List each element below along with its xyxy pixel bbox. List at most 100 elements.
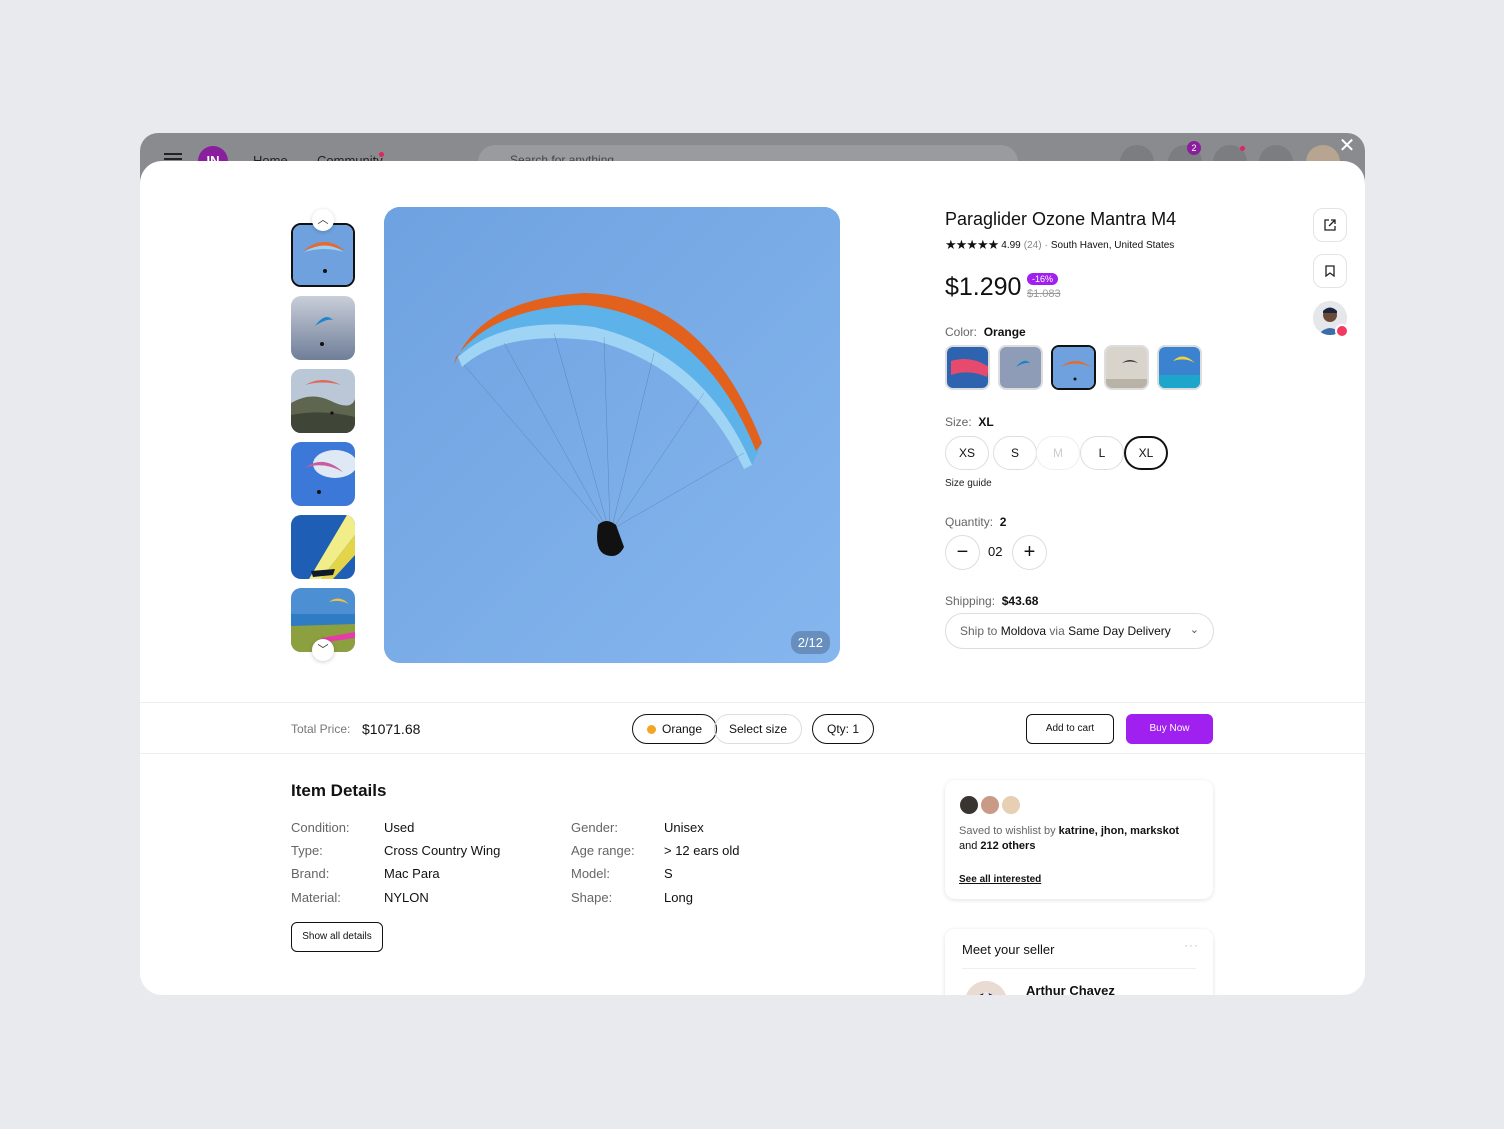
color-swatch-grey[interactable] bbox=[1104, 345, 1149, 390]
detail-label: Model: bbox=[571, 866, 611, 881]
color-label-text: Color: bbox=[945, 325, 978, 339]
seller-location: South Haven, United States bbox=[1050, 239, 1175, 251]
seller-name: Arthur Chavez bbox=[1026, 983, 1115, 995]
thumbnail-4[interactable] bbox=[291, 442, 355, 506]
shipping-label-text: Shipping: bbox=[945, 594, 996, 608]
ship-method: Same Day Delivery bbox=[1068, 624, 1171, 638]
notification-dot bbox=[1240, 146, 1245, 151]
share-icon[interactable] bbox=[1313, 208, 1347, 242]
divider bbox=[962, 968, 1196, 969]
rating-value: 4.99 bbox=[1001, 239, 1021, 251]
detail-value: Used bbox=[384, 820, 415, 835]
qty-pill[interactable]: Qty: 1 bbox=[812, 714, 875, 744]
size-label: Size: XL bbox=[945, 415, 994, 429]
image-counter: 2/12 bbox=[790, 631, 830, 654]
detail-value: Long bbox=[664, 890, 693, 905]
size-option-xs[interactable]: XS bbox=[945, 436, 989, 470]
size-guide-link[interactable]: Size guide bbox=[945, 478, 992, 489]
see-all-interested-link[interactable]: See all interested bbox=[959, 874, 1041, 885]
detail-value: Mac Para bbox=[384, 866, 440, 881]
detail-label: Age range: bbox=[571, 843, 635, 858]
color-swatch-pink[interactable] bbox=[945, 345, 990, 390]
main-product-image[interactable]: 2/12 bbox=[384, 207, 840, 663]
old-price: $1.083 bbox=[1027, 288, 1061, 300]
quantity-label: Quantity: 2 bbox=[945, 515, 1006, 529]
thumbnail-5[interactable] bbox=[291, 515, 355, 579]
detail-label: Brand: bbox=[291, 866, 330, 881]
avatar bbox=[958, 794, 980, 816]
color-pill-label: Orange bbox=[662, 722, 703, 736]
quantity-display: 02 bbox=[988, 544, 1003, 559]
detail-value: NYLON bbox=[384, 890, 429, 905]
color-pill[interactable]: Orange bbox=[632, 714, 718, 744]
quantity-label-text: Quantity: bbox=[945, 515, 994, 529]
thumbs-up-arrow-icon[interactable]: ︿ bbox=[312, 209, 334, 231]
wishlist-others: 212 others bbox=[980, 840, 1036, 852]
avatar bbox=[1000, 794, 1022, 816]
rating-row: ★★★★★ 4.99 (24) · South Haven, United St… bbox=[945, 237, 1174, 253]
seller-heading: Meet your seller bbox=[962, 942, 1055, 957]
size-pill[interactable]: Select size bbox=[714, 714, 803, 744]
size-value: XL bbox=[978, 415, 994, 429]
item-details-title: Item Details bbox=[291, 781, 387, 800]
close-icon[interactable]: ✕ bbox=[1337, 136, 1357, 156]
show-all-details-button[interactable]: Show all details bbox=[291, 922, 383, 952]
shipping-label: Shipping: $43.68 bbox=[945, 594, 1038, 608]
more-icon[interactable]: ··· bbox=[1184, 938, 1199, 952]
quantity-value: 2 bbox=[999, 515, 1007, 529]
detail-value: Unisex bbox=[664, 820, 704, 835]
size-option-l[interactable]: L bbox=[1080, 436, 1124, 470]
size-option-m: M bbox=[1036, 436, 1080, 470]
color-swatch-orange[interactable] bbox=[1051, 345, 1096, 390]
ship-via: via bbox=[1049, 624, 1065, 638]
review-count: (24) bbox=[1023, 239, 1042, 251]
avatar bbox=[979, 794, 1001, 816]
orange-dot-icon bbox=[647, 725, 656, 734]
separator-dot: · bbox=[1044, 239, 1048, 251]
shipping-value: $43.68 bbox=[1001, 594, 1039, 608]
notification-dot bbox=[379, 152, 384, 157]
size-option-s[interactable]: S bbox=[993, 436, 1037, 470]
chevron-down-icon: ⌄ bbox=[1189, 624, 1199, 636]
wishlist-prefix: Saved to wishlist by bbox=[959, 825, 1056, 837]
quantity-increase-button[interactable]: + bbox=[1012, 535, 1047, 570]
detail-label: Gender: bbox=[571, 820, 618, 835]
thumbnail-3[interactable] bbox=[291, 369, 355, 433]
color-swatch-yellow[interactable] bbox=[1157, 345, 1202, 390]
cart-badge: 2 bbox=[1187, 141, 1201, 155]
wishlist-names: katrine, jhon, markskot bbox=[1058, 825, 1180, 837]
wishlist-text: Saved to wishlist by katrine, jhon, mark… bbox=[959, 824, 1199, 854]
detail-label: Type: bbox=[291, 843, 323, 858]
buy-now-button[interactable]: Buy Now bbox=[1126, 714, 1213, 744]
total-price-value: $1071.68 bbox=[362, 721, 421, 737]
wishlist-and: and bbox=[959, 840, 978, 852]
seller-card-avatar[interactable] bbox=[965, 981, 1007, 995]
add-to-cart-button[interactable]: Add to cart bbox=[1026, 714, 1114, 744]
thumbnail-1[interactable] bbox=[291, 223, 355, 287]
price: $1.290 bbox=[945, 273, 1022, 301]
color-value: Orange bbox=[983, 325, 1026, 339]
detail-label: Shape: bbox=[571, 890, 613, 905]
wishlist-card: Saved to wishlist by katrine, jhon, mark… bbox=[945, 780, 1213, 899]
detail-label: Material: bbox=[291, 890, 341, 905]
quantity-decrease-button[interactable]: − bbox=[945, 535, 980, 570]
bookmark-icon[interactable] bbox=[1313, 254, 1347, 288]
detail-label: Condition: bbox=[291, 820, 350, 835]
detail-value: Cross Country Wing bbox=[384, 843, 501, 858]
send-icon bbox=[1335, 324, 1349, 338]
ship-country: Moldova bbox=[1000, 624, 1047, 638]
detail-value: > 12 ears old bbox=[664, 843, 740, 858]
product-title: Paraglider Ozone Mantra M4 bbox=[945, 209, 1177, 229]
size-label-text: Size: bbox=[945, 415, 972, 429]
color-label: Color: Orange bbox=[945, 325, 1026, 339]
ship-to-prefix: Ship to bbox=[960, 624, 998, 638]
size-option-xl[interactable]: XL bbox=[1124, 436, 1168, 470]
thumbs-down-arrow-icon[interactable]: ﹀ bbox=[312, 639, 334, 661]
shipping-select[interactable]: Ship to Moldova via Same Day Delivery ⌄ bbox=[945, 613, 1214, 649]
star-rating-icon: ★★★★★ bbox=[945, 237, 999, 252]
thumbnail-2[interactable] bbox=[291, 296, 355, 360]
purchase-bar: Total Price: $1071.68 Orange Select size… bbox=[140, 702, 1365, 754]
product-modal: ︿ ﹀ 2/12 Paraglider Ozone Mantra M4 ★★★★… bbox=[140, 161, 1365, 995]
color-swatch-blue-cloud[interactable] bbox=[998, 345, 1043, 390]
discount-badge: -16% bbox=[1027, 273, 1059, 285]
